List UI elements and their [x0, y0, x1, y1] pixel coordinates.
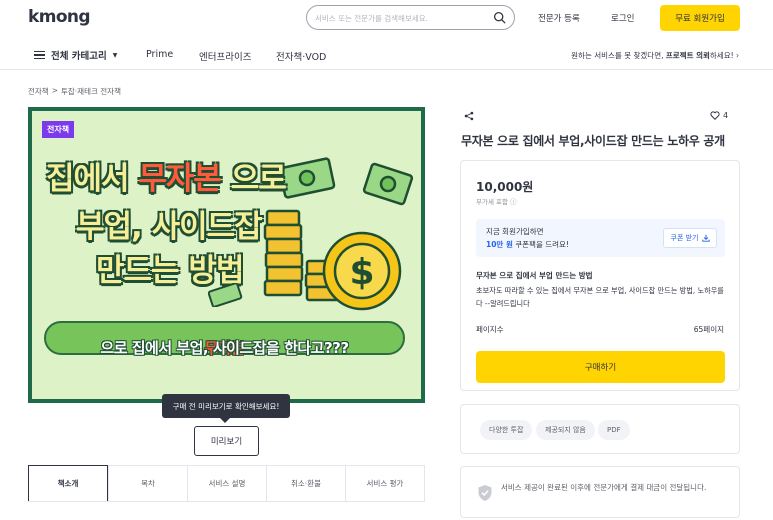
search-icon[interactable]: [493, 11, 506, 24]
all-categories-label: 전체 카테고리: [51, 51, 107, 62]
request-text: 원하는 서비스를 못 찾겠다면,: [571, 51, 664, 60]
hero-title-line-2: 부업, 사이드잡: [76, 209, 263, 245]
tag-pdf: PDF: [598, 420, 630, 440]
hamburger-icon: [34, 50, 45, 60]
tab-introduction[interactable]: 책소개: [28, 465, 108, 501]
svg-text:$: $: [349, 252, 374, 293]
heart-icon: [710, 111, 720, 120]
attributes-panel: 다양한 투잡 제공되지 않음 PDF: [460, 404, 740, 454]
payment-notice-text: 서비스 제공이 완료된 이후에 전문가에게 결제 대금이 전달됩니다.: [501, 483, 707, 492]
like-count: 4: [723, 111, 729, 120]
nav-item-ebook-vod[interactable]: 전자책·VOD: [276, 49, 326, 63]
top-header: kmong 전문가 등록 로그인 무료 회원가입: [0, 0, 773, 38]
description-title: 무자본 으로 집에서 부업 만드는 방법: [476, 271, 593, 280]
coupon-promo: 지금 회원가입하면 10만 원 쿠폰팩을 드려요! 쿠폰 받기: [476, 219, 725, 257]
request-link-text: 프로젝트 의뢰: [665, 51, 710, 60]
expert-register-link[interactable]: 전문가 등록: [538, 12, 580, 24]
search-bar[interactable]: [306, 5, 515, 30]
chevron-down-icon: ▼: [112, 51, 118, 59]
nav-item-enterprise[interactable]: 엔터프라이즈: [199, 49, 251, 63]
preview-tooltip: 구매 전 미리보기로 확인해보세요!: [162, 394, 290, 423]
get-coupon-button[interactable]: 쿠폰 받기: [663, 228, 717, 248]
buy-button[interactable]: 구매하기: [476, 351, 725, 383]
category-nav: 전체 카테고리 ▼ Prime 엔터프라이즈 전자책·VOD 원하는 서비스를 …: [0, 40, 773, 70]
tab-contents[interactable]: 목차: [108, 465, 187, 501]
coupon-line-2-text: 쿠폰팩을 드려요!: [512, 240, 569, 249]
hero-line1-red: 무자본: [138, 161, 222, 197]
price-panel: 10,000원 부가세 포함 ⓘ 지금 회원가입하면 10만 원 쿠폰팩을 드려…: [460, 160, 740, 391]
all-categories-menu[interactable]: 전체 카테고리 ▼: [34, 48, 117, 62]
tab-description[interactable]: 서비스 설명: [187, 465, 266, 501]
hero-title-line-1: 집에서 무자본 으로: [46, 153, 287, 198]
hero-line1-pre: 집에서: [46, 161, 139, 197]
coupon-line-1: 지금 회원가입하면: [486, 227, 544, 236]
signup-button[interactable]: 무료 회원가입: [660, 5, 740, 31]
share-icon[interactable]: [464, 111, 474, 121]
coupon-amount: 10만 원: [486, 240, 513, 249]
get-coupon-label: 쿠폰 받기: [670, 234, 699, 242]
like-button[interactable]: 4: [710, 111, 728, 120]
thumbnail-artwork: 전자책 $ 집에서 무자본 으로 부업, 사이드잡 만드는 방법 무자본 으로 …: [32, 111, 421, 399]
banner-rest-text: 으로 집에서 부업, 사이드잡을 한다고???: [100, 339, 349, 357]
breadcrumb-category[interactable]: 투잡·재테크 전자책: [61, 86, 121, 97]
detail-tabs: 책소개 목차 서비스 설명 취소·환불 서비스 평가: [28, 465, 425, 502]
pages-value: 65페이지: [693, 325, 724, 334]
tab-refund[interactable]: 취소·환불: [266, 465, 345, 501]
hero-line1-post: 으로: [220, 161, 287, 197]
tag-not-provided: 제공되지 않음: [536, 420, 595, 440]
project-request-link[interactable]: 원하는 서비스를 못 찾겠다면, 프로젝트 의뢰하세요! ›: [571, 50, 739, 61]
product-thumbnail: 전자책 $ 집에서 무자본 으로 부업, 사이드잡 만드는 방법 무자본 으로 …: [28, 107, 425, 403]
ebook-tag: 전자책: [42, 121, 75, 138]
vat-info[interactable]: 부가세 포함 ⓘ: [476, 196, 517, 206]
request-suffix: 하세요!: [709, 51, 734, 60]
description-text: 초보자도 따라할 수 있는 집에서 무자본 으로 부업, 사이드잡 만드는 방법…: [476, 286, 724, 308]
preview-button[interactable]: 미리보기: [194, 426, 259, 456]
tab-reviews[interactable]: 서비스 평가: [345, 465, 425, 501]
breadcrumb-ebook[interactable]: 전자책: [28, 86, 49, 97]
hero-banner: 무자본 으로 집에서 부업, 사이드잡을 한다고???: [44, 321, 405, 357]
kmong-logo[interactable]: kmong: [28, 7, 91, 27]
tag-side-job: 다양한 투잡: [480, 420, 533, 440]
nav-item-prime[interactable]: Prime: [146, 49, 173, 60]
login-link[interactable]: 로그인: [611, 12, 634, 24]
chevron-right-icon: ›: [736, 51, 739, 60]
payment-notice: 서비스 제공이 완료된 이후에 전문가에게 결제 대금이 전달됩니다.: [460, 466, 740, 518]
product-title: 무자본 으로 집에서 부업,사이드잡 만드는 노하우 공개: [461, 134, 725, 148]
shield-icon: [478, 485, 492, 501]
breadcrumb: 전자책 > 투잡·재테크 전자책: [28, 86, 121, 97]
coupon-line-2: 10만 원 쿠폰팩을 드려요!: [486, 239, 569, 250]
search-input[interactable]: [315, 11, 485, 25]
download-icon: [701, 234, 710, 242]
breadcrumb-separator: >: [51, 86, 58, 95]
pages-label: 페이지수: [476, 325, 504, 334]
product-price: 10,000원: [476, 180, 534, 194]
dollar-bill-icon: [208, 283, 243, 307]
